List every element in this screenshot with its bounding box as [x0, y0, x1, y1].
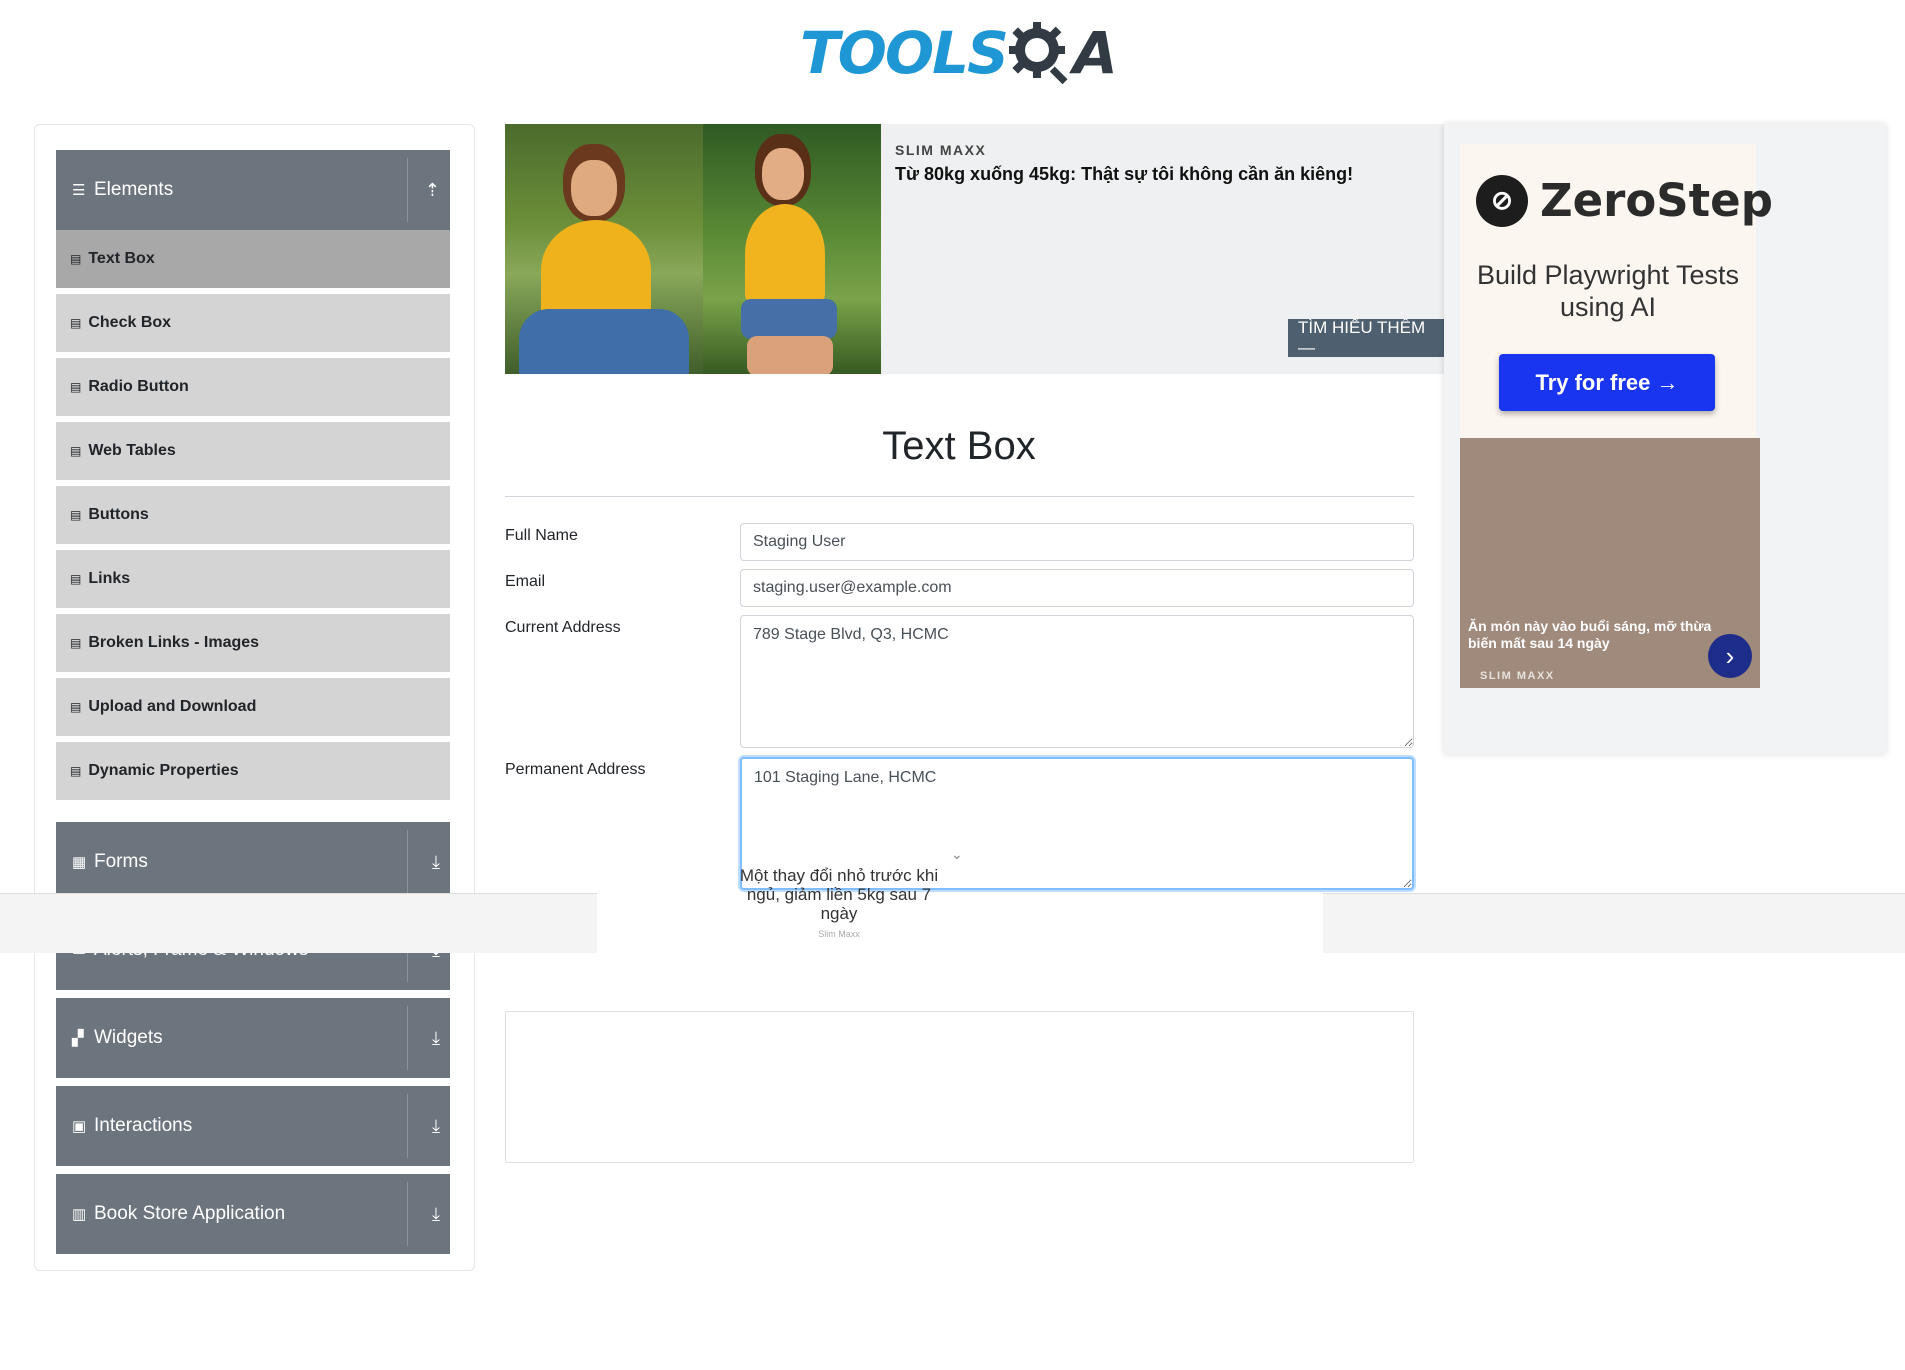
page-title: Text Box [882, 424, 1036, 468]
sidebar-item-label: Web Tables [88, 442, 176, 459]
document-icon: ▤ [70, 636, 82, 650]
secondary-ad-brand: SLIM MAXX [1480, 670, 1555, 682]
sidebar-item-dynamic-properties[interactable]: ▤ Dynamic Properties [56, 742, 450, 803]
ad-headline[interactable]: Từ 80kg xuống 45kg: Thật sự tôi không cầ… [895, 164, 1353, 185]
menu-icon: ☰ [72, 182, 86, 199]
ad-photo-before [505, 124, 703, 374]
sidebar-item-label: Check Box [88, 314, 172, 331]
document-icon: ▤ [70, 572, 82, 586]
group-label: Elements [94, 179, 174, 200]
document-icon: ▤ [70, 700, 82, 714]
group-divider [407, 830, 408, 894]
zerostep-name: ZeroStep [1540, 174, 1773, 227]
sidebar-item-check-box[interactable]: ▤ Check Box [56, 294, 450, 355]
ad-brand: SLIM MAXX [895, 142, 987, 158]
top-banner-ad[interactable]: SLIM MAXX Từ 80kg xuống 45kg: Thật sự tô… [505, 124, 1445, 374]
logo-tools-text: TOOLS [800, 18, 1009, 87]
sidebar-item-label: Buttons [88, 506, 149, 523]
secondary-ad-panel[interactable]: Ăn món này vào buổi sáng, mỡ thừa biến m… [1460, 438, 1760, 688]
group-divider [407, 1006, 408, 1070]
full-name-label: Full Name [505, 527, 578, 544]
try-for-free-button[interactable]: Try for free → [1499, 354, 1715, 411]
sidebar-item-radio-button[interactable]: ▤ Radio Button [56, 358, 450, 419]
permanent-address-label: Permanent Address [505, 761, 646, 778]
document-icon: ▤ [70, 764, 82, 778]
bottom-ad-brand: Slim Maxx [818, 929, 860, 939]
bottom-ad-slot[interactable] [597, 893, 1323, 953]
group-label: Forms [94, 851, 148, 872]
sidebar-item-label: Text Box [88, 250, 155, 267]
group-elements[interactable]: ☰ Elements ⇡ [56, 150, 450, 230]
bottom-ad-text[interactable]: Một thay đổi nhỏ trước khi ngủ, giảm liề… [730, 866, 948, 923]
group-widgets[interactable]: ▞ Widgets ⤓ [56, 998, 450, 1078]
full-name-input[interactable] [740, 523, 1414, 561]
chevron-down-icon[interactable]: ⌄ [951, 846, 963, 863]
expand-arrow-icon[interactable]: ⤓ [432, 998, 440, 1078]
document-icon: ▤ [70, 380, 82, 394]
expand-arrow-icon[interactable]: ⤓ [432, 822, 440, 902]
group-label: Interactions [94, 1115, 193, 1136]
document-icon: ▤ [70, 508, 82, 522]
group-divider [407, 158, 408, 222]
output-box [505, 1011, 1414, 1163]
group-divider [407, 1094, 408, 1158]
ad-photo-after [703, 124, 881, 374]
sidebar-item-text-box[interactable]: ▤ Text Box [56, 230, 450, 291]
collapse-arrow-icon[interactable]: ⇡ [425, 150, 440, 230]
sidebar-item-label: Broken Links - Images [88, 634, 260, 651]
gear-q-icon [1008, 21, 1068, 84]
sidebar-item-links[interactable]: ▤ Links [56, 550, 450, 611]
right-side-ad[interactable]: ⊘ ZeroStep Build Playwright Tests using … [1444, 124, 1886, 754]
toolsqa-logo[interactable]: TOOLS A [800, 15, 1130, 90]
current-address-textarea[interactable]: 789 Stage Blvd, Q3, HCMC [740, 615, 1414, 748]
book-icon: ▥ [72, 1206, 87, 1223]
zerostep-logo: ⊘ ZeroStep [1476, 174, 1773, 227]
document-icon: ▤ [70, 316, 82, 330]
email-label: Email [505, 573, 546, 590]
group-forms[interactable]: ▦ Forms ⤓ [56, 822, 450, 902]
group-interactions[interactable]: ▣ Interactions ⤓ [56, 1086, 450, 1166]
logo-qa-text: A [1072, 18, 1118, 87]
sidebar-item-broken-links[interactable]: ▤ Broken Links - Images [56, 614, 450, 675]
secondary-ad-text: Ăn món này vào buổi sáng, mỡ thừa biến m… [1468, 618, 1712, 651]
group-book-store[interactable]: ▥ Book Store Application ⤓ [56, 1174, 450, 1254]
sidebar-item-upload-download[interactable]: ▤ Upload and Download [56, 678, 450, 739]
expand-arrow-icon[interactable]: ⤓ [432, 1174, 440, 1254]
zerostep-logo-icon: ⊘ [1476, 174, 1528, 227]
sidebar-item-buttons[interactable]: ▤ Buttons [56, 486, 450, 547]
title-divider [505, 496, 1414, 497]
sidebar-item-label: Upload and Download [88, 698, 257, 715]
ad-learn-more-button[interactable]: TÌM HIỂU THÊM — [1288, 318, 1445, 357]
document-icon: ▤ [70, 252, 82, 266]
next-arrow-icon[interactable]: › [1708, 634, 1752, 678]
form-icon: ▦ [72, 854, 87, 871]
group-divider [407, 1182, 408, 1246]
sidebar-item-web-tables[interactable]: ▤ Web Tables [56, 422, 450, 483]
group-label: Widgets [94, 1027, 163, 1048]
expand-arrow-icon[interactable]: ⤓ [432, 1086, 440, 1166]
document-icon: ▤ [70, 444, 82, 458]
zerostep-tagline: Build Playwright Tests using AI [1476, 260, 1740, 322]
widget-icon: ▞ [72, 1030, 84, 1047]
sidebar-item-label: Radio Button [88, 378, 189, 395]
sidebar-item-label: Dynamic Properties [88, 762, 239, 779]
email-input[interactable] [740, 569, 1414, 607]
current-address-label: Current Address [505, 619, 621, 636]
sidebar-item-label: Links [88, 570, 131, 587]
group-label: Book Store Application [94, 1203, 286, 1224]
interaction-icon: ▣ [72, 1118, 87, 1135]
